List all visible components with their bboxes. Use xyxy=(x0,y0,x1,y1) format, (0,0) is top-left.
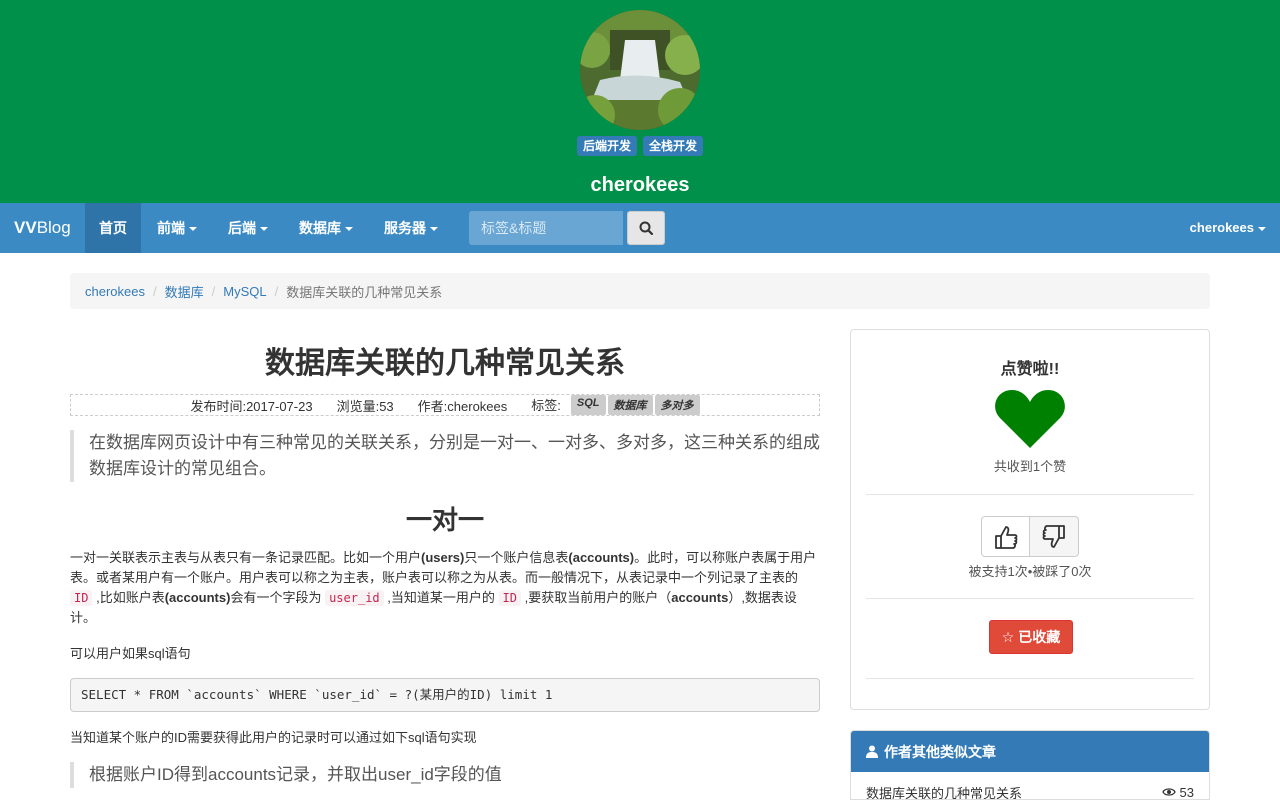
caret-down-icon xyxy=(345,227,353,232)
tags-label: 标签: xyxy=(531,398,561,413)
breadcrumb-link[interactable]: cherokees xyxy=(85,284,145,299)
nav-home[interactable]: 首页 xyxy=(85,203,141,253)
inline-code: user_id xyxy=(325,590,384,606)
nav-label: 后端 xyxy=(228,220,256,236)
like-title: 点赞啦!! xyxy=(1000,361,1060,378)
breadcrumb-link[interactable]: MySQL xyxy=(223,284,266,299)
text: 只一个账户信息表 xyxy=(464,550,569,565)
breadcrumb-current: 数据库关联的几种常见关系 xyxy=(286,284,443,300)
breadcrumb-separator: / xyxy=(274,283,279,299)
caret-down-icon xyxy=(1258,226,1266,231)
caret-down-icon xyxy=(430,227,438,232)
similar-article-link[interactable]: 数据库关联的几种常见关系 xyxy=(866,783,1022,800)
breadcrumb-link[interactable]: 数据库 xyxy=(165,282,204,301)
breadcrumb: cherokees / 数据库 / MySQL / 数据库关联的几种常见关系 xyxy=(70,273,1210,309)
user-icon xyxy=(866,745,878,758)
text: ,要获取当前用户的账户（ xyxy=(524,590,672,605)
nav-label: 数据库 xyxy=(299,220,341,236)
nav-label: 服务器 xyxy=(384,220,426,236)
divider xyxy=(866,598,1194,599)
eye-icon xyxy=(1161,788,1176,796)
intro-quote: 在数据库网页设计中有三种常见的关联关系，分别是一对一、一对多、多对多，这三种关系… xyxy=(70,430,820,482)
favorite-button[interactable]: ☆ 已收藏 xyxy=(989,620,1073,654)
search-icon xyxy=(639,221,653,235)
vote-buttons xyxy=(981,516,1079,557)
paragraph: 可以用户如果sql语句 xyxy=(70,646,191,661)
inline-code: ID xyxy=(70,590,93,606)
article-title: 数据库关联的几种常见关系 xyxy=(265,347,625,380)
article-tag[interactable]: 多对多 xyxy=(654,395,700,415)
article-meta: 发布时间:2017-07-23 浏览量:53 作者:cherokees 标签: … xyxy=(70,394,820,416)
like-panel: 点赞啦!! 共收到1个赞 被支持1次•被踩了0次 ☆ 已收藏 xyxy=(850,329,1210,710)
breadcrumb-separator: / xyxy=(152,283,157,299)
text-bold: (accounts) xyxy=(568,550,635,565)
caret-down-icon xyxy=(189,227,197,232)
similar-articles-title: 作者其他类似文章 xyxy=(884,743,996,760)
text-bold: (accounts) xyxy=(164,590,231,605)
quote: 根据账户ID得到accounts记录，并取出user_id字段的值 xyxy=(70,762,820,788)
view-count: 浏览量:53 xyxy=(336,398,394,414)
heart-icon[interactable] xyxy=(994,388,1066,450)
vote-stats: 被支持1次•被踩了0次 xyxy=(968,564,1092,579)
author: 作者:cherokees xyxy=(417,398,508,414)
text-bold: (users) xyxy=(421,550,465,565)
divider xyxy=(866,678,1194,679)
profile-username: cherokees xyxy=(590,174,690,196)
similar-articles-panel: 作者其他类似文章 数据库关联的几种常见关系 53 xyxy=(850,730,1210,800)
caret-down-icon xyxy=(260,227,268,232)
paragraph: 一对一关联表示主表与从表只有一条记录匹配。比如一个用户(users)只一个账户信… xyxy=(70,548,820,628)
article-tag[interactable]: SQL xyxy=(570,395,606,415)
similar-articles-header: 作者其他类似文章 xyxy=(851,731,1209,772)
inline-code: ID xyxy=(498,590,521,606)
profile-tags: 后端开发 全栈开发 xyxy=(0,136,1280,156)
section-heading: 一对一 xyxy=(405,505,484,535)
text: ,当知道某一用户的 xyxy=(387,590,495,605)
profile-header: 后端开发 全栈开发 cherokees xyxy=(0,0,1280,203)
thumbs-up-icon xyxy=(994,525,1017,549)
brand-rest: Blog xyxy=(36,218,71,237)
nav-label: 首页 xyxy=(99,220,127,236)
view-count: 53 xyxy=(1179,784,1194,800)
like-count: 共收到1个赞 xyxy=(993,459,1067,474)
nav-backend[interactable]: 后端 xyxy=(214,203,282,253)
nav-label: 前端 xyxy=(157,220,185,236)
list-item[interactable]: 数据库关联的几种常见关系 53 xyxy=(851,772,1209,800)
profile-tag[interactable]: 后端开发 xyxy=(576,136,637,156)
nav-frontend[interactable]: 前端 xyxy=(143,203,211,253)
divider xyxy=(866,494,1194,495)
user-menu-label: cherokees xyxy=(1189,220,1254,235)
profile-tag[interactable]: 全栈开发 xyxy=(643,136,704,156)
text: ,比如账户表 xyxy=(96,590,165,605)
avatar[interactable] xyxy=(580,10,700,130)
brand-logo[interactable]: VVBlog xyxy=(14,218,71,238)
search-input[interactable] xyxy=(469,211,623,245)
text-bold: accounts xyxy=(671,590,729,605)
publish-date: 发布时间:2017-07-23 xyxy=(190,398,313,414)
nav-server[interactable]: 服务器 xyxy=(370,203,452,253)
thumbs-down-icon xyxy=(1042,524,1065,548)
text: 会有一个字段为 xyxy=(230,590,322,605)
article-tags: 标签: SQL 数据库 多对多 xyxy=(531,395,700,415)
article: 数据库关联的几种常见关系 发布时间:2017-07-23 浏览量:53 作者:c… xyxy=(70,330,820,788)
search-button[interactable] xyxy=(627,211,665,245)
user-menu[interactable]: cherokees xyxy=(1190,203,1266,253)
text: 一对一关联表示主表与从表只有一条记录匹配。比如一个用户 xyxy=(70,550,422,565)
downvote-button[interactable] xyxy=(1030,516,1079,557)
article-tag[interactable]: 数据库 xyxy=(607,395,653,415)
similar-article-views: 53 xyxy=(1161,784,1194,800)
brand-bold: VV xyxy=(14,218,37,237)
code-block: SELECT * FROM `accounts` WHERE `user_id`… xyxy=(70,678,820,712)
breadcrumb-separator: / xyxy=(211,283,216,299)
paragraph: 当知道某个账户的ID需要获得此用户的记录时可以通过如下sql语句实现 xyxy=(70,730,477,745)
nav-database[interactable]: 数据库 xyxy=(285,203,367,253)
upvote-button[interactable] xyxy=(981,516,1030,557)
